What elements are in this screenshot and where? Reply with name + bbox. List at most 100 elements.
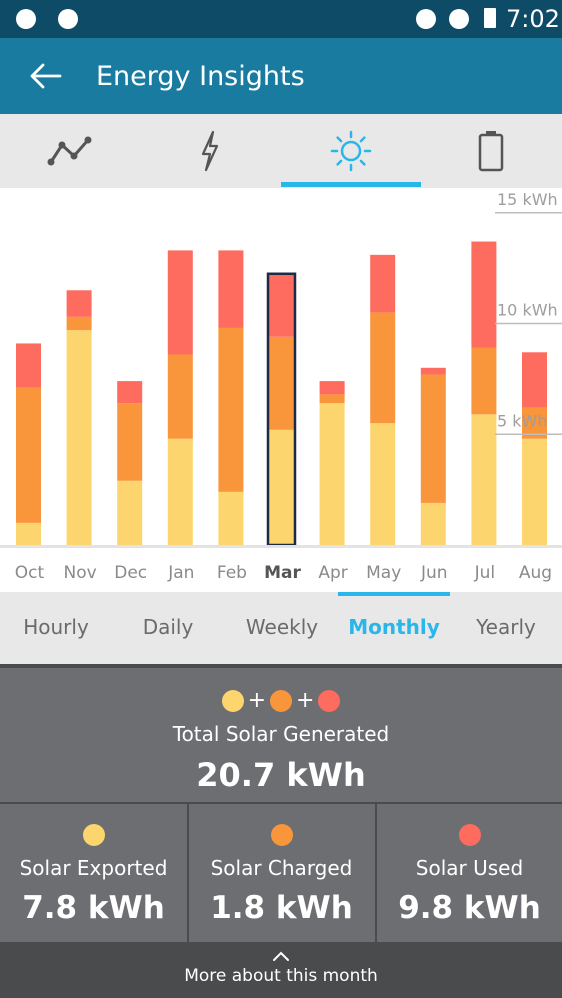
chevron-up-icon [273, 951, 289, 961]
bar-exported-apr[interactable] [319, 403, 345, 545]
status-bar: 7:02 [0, 0, 562, 38]
bar-used-dec[interactable] [117, 381, 143, 404]
bar-exported-may[interactable] [370, 423, 396, 545]
active-tab-indicator [281, 182, 421, 187]
bar-used-feb[interactable] [218, 250, 244, 328]
stat-label: Solar Exported [19, 856, 168, 880]
chart-svg: 5 kWh 10 kWh 15 kWh Oct Nov Dec Jan Feb Mar Apr Ma… [0, 190, 562, 583]
battery-status-icon [484, 8, 496, 28]
stat-charged: Solar Charged 1.8 kWh [187, 804, 374, 944]
chart-baseline [0, 545, 562, 548]
stat-used: Solar Used 9.8 kWh [375, 804, 562, 944]
total-summary: + + Total Solar Generated 20.7 kWh [0, 664, 562, 802]
bar-used-jul[interactable] [471, 241, 497, 348]
arrow-left-icon[interactable] [28, 58, 64, 94]
used-dot-icon [458, 824, 481, 846]
bar-exported-mar[interactable] [269, 429, 294, 545]
exported-dot-icon [221, 690, 244, 712]
total-label: Total Solar Generated [172, 722, 390, 746]
period-yearly[interactable]: Yearly [476, 614, 536, 640]
x-tick-label-feb[interactable]: Feb [217, 563, 247, 583]
stat-label: Solar Used [415, 856, 524, 880]
stat-value: 7.8 kWh [22, 890, 165, 926]
bar-exported-jun[interactable] [420, 502, 446, 545]
x-tick-label-nov[interactable]: Nov [64, 563, 97, 583]
bar-used-nov[interactable] [66, 290, 92, 317]
bar-used-jan[interactable] [167, 250, 193, 355]
x-tick-label-may[interactable]: May [366, 563, 401, 583]
stat-exported: Solar Exported 7.8 kWh [0, 804, 187, 944]
tab-battery[interactable] [421, 114, 561, 188]
battery-icon [478, 131, 504, 172]
period-hourly[interactable]: Hourly [23, 614, 89, 640]
used-dot-icon [318, 690, 341, 712]
bar-charged-feb[interactable] [218, 327, 244, 492]
period-selector: Hourly Daily Weekly Monthly Yearly [0, 592, 562, 664]
bar-exported-jan[interactable] [167, 438, 193, 545]
solar-chart: 5 kWh 10 kWh 15 kWh Oct Nov Dec Jan Feb Mar Apr Ma… [0, 188, 562, 592]
bar-charged-mar[interactable] [269, 336, 294, 430]
more-about-month-button[interactable]: More about this month [0, 942, 562, 998]
legend-dots: + + [0, 688, 562, 714]
sun-icon [330, 130, 372, 172]
period-daily[interactable]: Daily [143, 614, 194, 640]
bar-charged-oct[interactable] [16, 387, 41, 523]
signal-icon [416, 9, 436, 29]
bar-charged-apr[interactable] [319, 394, 345, 404]
stat-value: 9.8 kWh [398, 890, 541, 926]
plus-sign: + [296, 688, 315, 713]
period-monthly[interactable]: Monthly [348, 614, 440, 640]
x-tick-label-apr[interactable]: Apr [318, 563, 347, 583]
bar-used-jun[interactable] [420, 367, 446, 375]
x-tick-label-dec[interactable]: Dec [114, 563, 147, 583]
x-tick-label-aug[interactable]: Aug [519, 563, 552, 583]
bar-used-apr[interactable] [319, 381, 345, 395]
period-weekly[interactable]: Weekly [246, 614, 318, 640]
charged-dot-icon [270, 690, 292, 712]
bar-charged-dec[interactable] [117, 403, 143, 481]
status-time: 7:02 [506, 5, 560, 33]
insight-tabs [0, 114, 562, 188]
stat-label: Solar Charged [210, 856, 353, 880]
x-tick-label-jul[interactable]: Jul [474, 563, 496, 583]
bar-exported-dec[interactable] [117, 480, 143, 545]
charged-dot-icon [270, 824, 293, 846]
page-title: Energy Insights [96, 61, 305, 92]
bar-used-oct[interactable] [16, 343, 41, 388]
x-tick-label-mar[interactable]: Mar [264, 563, 301, 583]
bar-exported-feb[interactable] [218, 491, 244, 545]
app-bar: Energy Insights [0, 38, 562, 114]
bar-used-aug[interactable] [522, 352, 547, 408]
notification-dot-icon [58, 9, 78, 29]
y-tick-label: 5 kWh [497, 411, 548, 430]
bar-used-may[interactable] [370, 254, 396, 313]
x-tick-label-oct[interactable]: Oct [15, 563, 45, 583]
stat-value: 1.8 kWh [210, 890, 353, 926]
stats-row: Solar Exported 7.8 kWh Solar Charged 1.8… [0, 802, 562, 944]
bar-charged-jul[interactable] [471, 347, 497, 415]
notification-dot-icon [16, 9, 36, 29]
x-tick-label-jun[interactable]: Jun [420, 563, 448, 583]
total-value: 20.7 kWh [196, 756, 366, 794]
bar-exported-nov[interactable] [66, 330, 92, 545]
tab-power[interactable] [140, 114, 280, 188]
lightning-icon [201, 130, 219, 172]
wifi-icon [449, 9, 469, 29]
bar-exported-oct[interactable] [16, 522, 41, 545]
bar-charged-may[interactable] [370, 312, 396, 424]
bar-exported-jul[interactable] [471, 414, 497, 545]
plus-sign: + [247, 688, 266, 713]
exported-dot-icon [82, 824, 105, 846]
bar-charged-jun[interactable] [420, 374, 446, 503]
bar-charged-nov[interactable] [66, 316, 92, 331]
y-tick-label: 10 kWh [497, 301, 558, 320]
bar-charged-jan[interactable] [167, 354, 193, 439]
bar-used-mar[interactable] [269, 274, 294, 337]
tab-solar[interactable] [281, 114, 421, 188]
x-tick-label-jan[interactable]: Jan [167, 563, 194, 583]
more-label: More about this month [184, 966, 378, 986]
tab-trend[interactable] [0, 114, 140, 188]
bar-exported-aug[interactable] [522, 438, 547, 545]
active-period-indicator [338, 592, 450, 596]
y-tick-label: 15 kWh [497, 190, 558, 209]
